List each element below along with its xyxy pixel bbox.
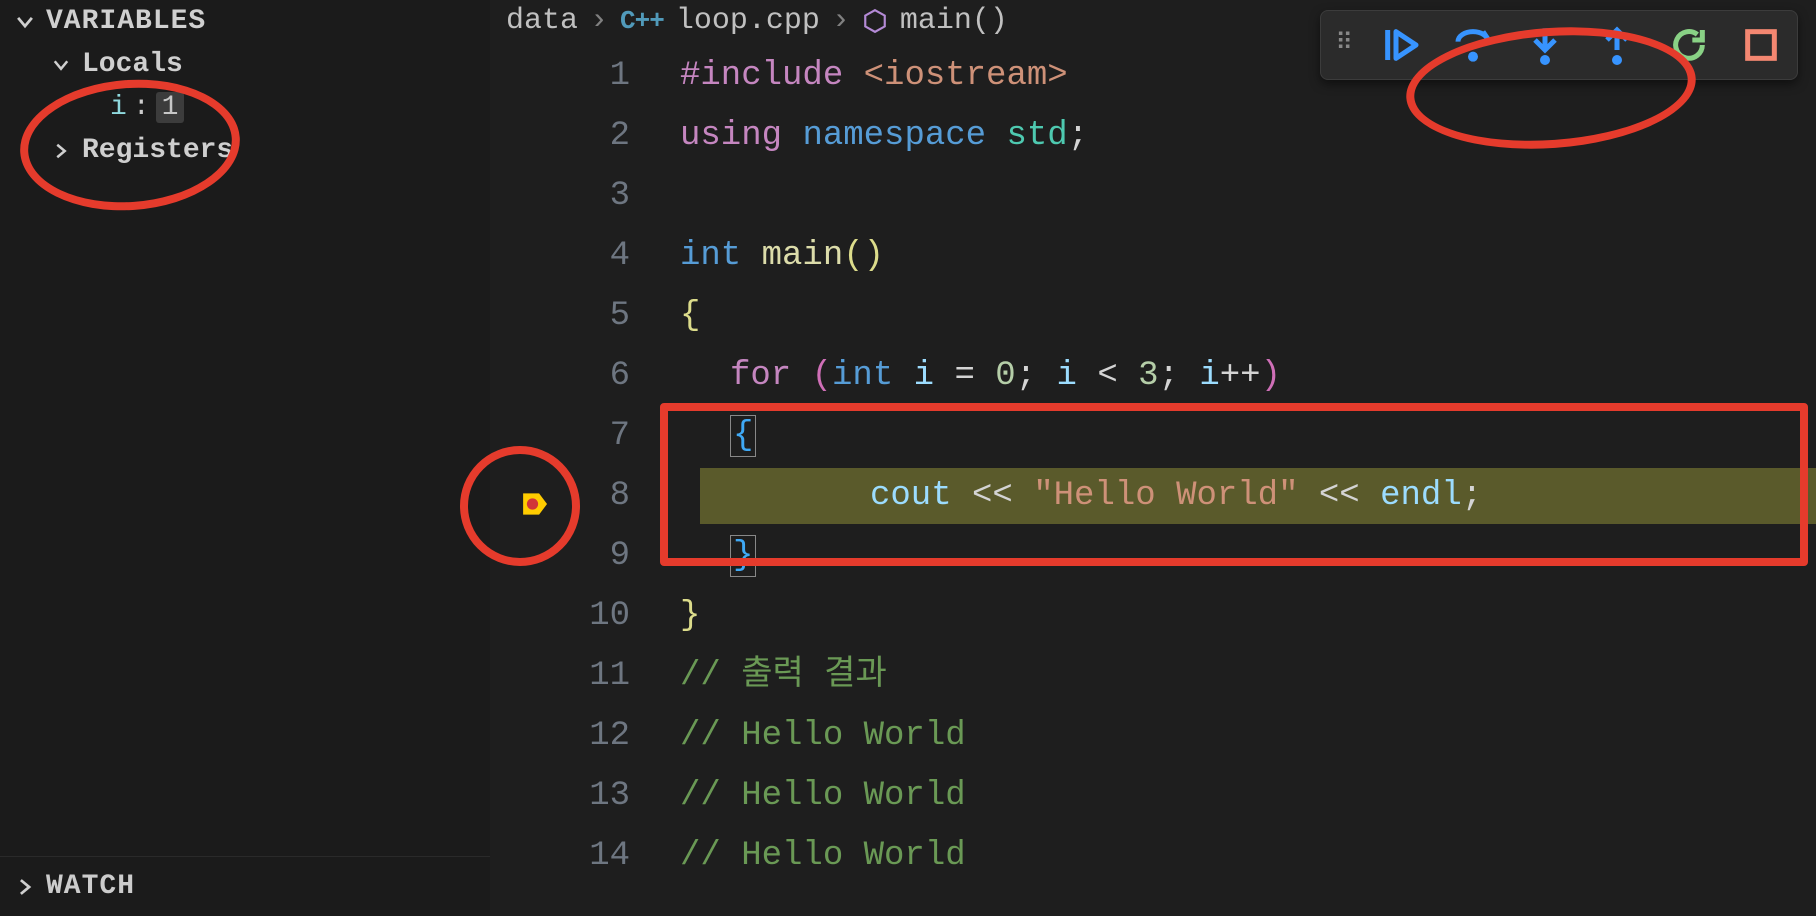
watch-section-header[interactable]: WATCH (0, 856, 490, 916)
token-include: <iostream> (864, 46, 1068, 106)
line-number: 6 (580, 346, 640, 406)
token-paren: ( (812, 346, 832, 406)
symbol-icon (862, 8, 888, 34)
code-line[interactable]: 6 for (int i = 0; i < 3; i++) (490, 346, 1816, 406)
chevron-right-icon (50, 140, 72, 162)
variable-row[interactable]: i : 1 (0, 86, 490, 129)
token-comment: // Hello World (680, 706, 966, 766)
token-punct: ; (1068, 106, 1088, 166)
line-number: 1 (580, 46, 640, 106)
line-number: 9 (580, 526, 640, 586)
breadcrumb-separator: › (590, 4, 608, 38)
code-editor: data › C++ loop.cpp › main() ⠿ (490, 0, 1816, 916)
token-punct: ; (1016, 346, 1036, 406)
code-line[interactable]: 14 // Hello World (490, 826, 1816, 886)
current-execution-line[interactable]: 8 cout << "Hello World" << endl; (490, 466, 1816, 526)
line-number: 8 (580, 466, 640, 526)
breadcrumb-separator: › (832, 4, 850, 38)
token-op: << (972, 466, 1013, 526)
token-type: int (680, 226, 741, 286)
token-string: "Hello World" (1033, 466, 1298, 526)
token-keyword: namespace (802, 106, 986, 166)
code-area[interactable]: 1 #include <iostream> 2 using namespace … (490, 46, 1816, 916)
breadcrumb-folder[interactable]: data (506, 4, 578, 38)
variable-colon: : (133, 92, 150, 123)
token-brace: } (730, 535, 756, 577)
code-line[interactable]: 3 (490, 166, 1816, 226)
stop-button[interactable] (1739, 23, 1783, 67)
token-function: main (762, 226, 844, 286)
token-number: 3 (1138, 346, 1158, 406)
token-identifier: i (914, 346, 934, 406)
line-number: 7 (580, 406, 640, 466)
token-brace: } (680, 586, 700, 646)
token-op: ++ (1220, 346, 1261, 406)
token-punct: ; (1462, 466, 1482, 526)
registers-label: Registers (82, 135, 233, 166)
breakpoint-current-icon[interactable] (520, 481, 550, 511)
code-line[interactable]: 5 { (490, 286, 1816, 346)
variables-title: VARIABLES (46, 6, 206, 37)
step-over-button[interactable] (1451, 23, 1495, 67)
line-number: 3 (580, 166, 640, 226)
debug-sidebar: VARIABLES Locals i : 1 Registers WATCH (0, 0, 490, 916)
token-comment: // 출력 결과 (680, 646, 887, 706)
token-keyword: for (730, 346, 791, 406)
token-preprocessor: #include (680, 46, 843, 106)
code-line[interactable]: 2 using namespace std; (490, 106, 1816, 166)
token-punct: ; (1159, 346, 1179, 406)
registers-group[interactable]: Registers (0, 129, 490, 172)
variables-section-header[interactable]: VARIABLES (0, 0, 490, 43)
code-line[interactable]: 13 // Hello World (490, 766, 1816, 826)
token-paren: () (843, 226, 884, 286)
restart-button[interactable] (1667, 23, 1711, 67)
token-identifier: i (1199, 346, 1219, 406)
breadcrumb-symbol[interactable]: main() (900, 4, 1008, 38)
step-into-button[interactable] (1523, 23, 1567, 67)
line-number: 11 (580, 646, 640, 706)
chevron-down-icon (14, 11, 36, 33)
line-number: 2 (580, 106, 640, 166)
continue-button[interactable] (1379, 23, 1423, 67)
variable-value: 1 (156, 92, 185, 123)
line-number: 4 (580, 226, 640, 286)
breadcrumb-file[interactable]: loop.cpp (676, 4, 820, 38)
cpp-file-icon: C++ (620, 6, 664, 36)
code-line[interactable]: 12 // Hello World (490, 706, 1816, 766)
code-line[interactable]: 10 } (490, 586, 1816, 646)
chevron-down-icon (50, 54, 72, 76)
token-keyword: using (680, 106, 782, 166)
chevron-right-icon (14, 876, 36, 898)
token-comment: // Hello World (680, 766, 966, 826)
line-number: 14 (580, 826, 640, 886)
line-number: 12 (580, 706, 640, 766)
token-comment: // Hello World (680, 826, 966, 886)
token-namespace: std (1006, 106, 1067, 166)
line-number: 13 (580, 766, 640, 826)
token-brace: { (680, 286, 700, 346)
locals-label: Locals (82, 49, 183, 80)
token-op: << (1319, 466, 1360, 526)
code-line[interactable]: 7 { (490, 406, 1816, 466)
variable-name: i (110, 92, 127, 123)
token-identifier: cout (870, 466, 952, 526)
step-out-button[interactable] (1595, 23, 1639, 67)
debug-toolbar: ⠿ (1320, 10, 1798, 80)
token-type: int (832, 346, 893, 406)
drag-handle-icon[interactable]: ⠿ (1335, 39, 1351, 51)
token-identifier: endl (1380, 466, 1462, 526)
token-op: = (954, 346, 974, 406)
token-number: 0 (995, 346, 1015, 406)
token-brace: { (730, 415, 756, 457)
line-number: 10 (580, 586, 640, 646)
code-line[interactable]: 4 int main() (490, 226, 1816, 286)
code-line[interactable]: 9 } (490, 526, 1816, 586)
line-number: 5 (580, 286, 640, 346)
locals-group[interactable]: Locals (0, 43, 490, 86)
token-paren: ) (1261, 346, 1281, 406)
watch-title: WATCH (46, 871, 135, 902)
token-identifier: i (1057, 346, 1077, 406)
token-op: < (1097, 346, 1117, 406)
code-line[interactable]: 11 // 출력 결과 (490, 646, 1816, 706)
